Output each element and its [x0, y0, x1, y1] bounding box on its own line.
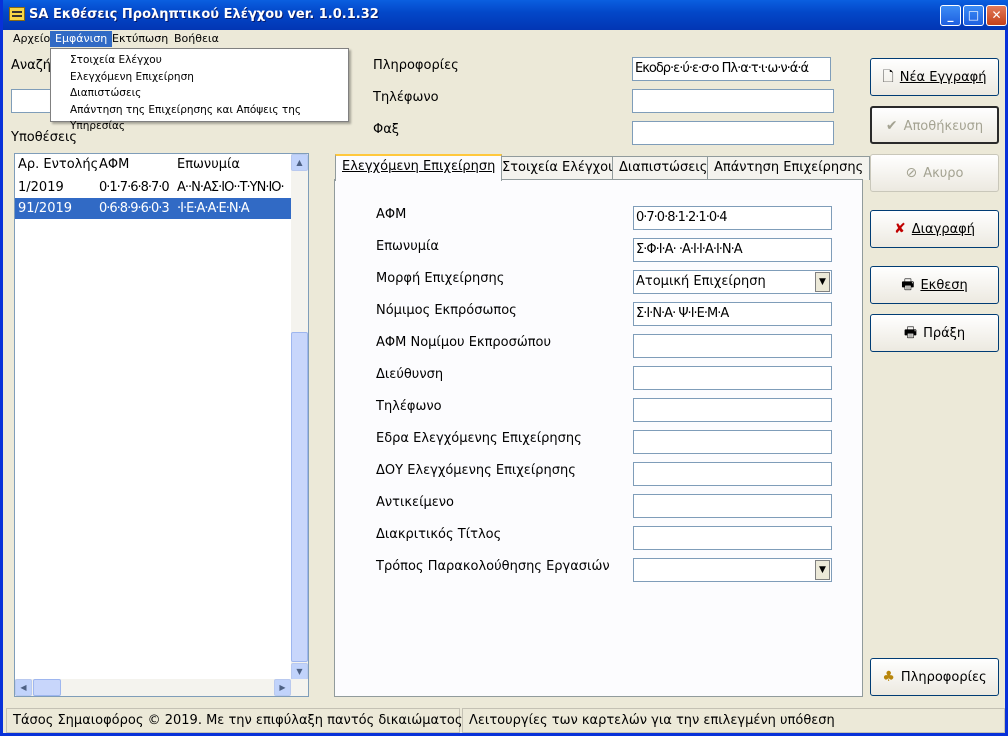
vertical-scrollbar[interactable]: ▲ ▼: [291, 154, 308, 680]
tab-audited-business[interactable]: Ελεγχόμενη Επιχείρηση: [335, 154, 503, 181]
menu-bar: Αρχείο Εμφάνιση Εκτύπωση Βοήθεια: [6, 30, 1005, 48]
title-bar[interactable]: SA Εκθέσεις Προληπτικού Ελέγχου ver. 1.0…: [3, 0, 1008, 30]
printer-icon: 🖶: [901, 277, 915, 293]
afm-field[interactable]: 0·7·0·8·1·2·1·0·4: [633, 206, 832, 230]
subject-label: Αντικείμενο: [376, 495, 454, 510]
header-afm[interactable]: ΑΦΜ: [99, 154, 129, 176]
delete-button[interactable]: ✘ Διαγραφή: [870, 210, 999, 248]
scroll-thumb[interactable]: [291, 332, 308, 662]
new-record-button[interactable]: 🗋 Νέα Εγγραφή: [870, 58, 999, 96]
minimize-button[interactable]: _: [940, 5, 961, 26]
scroll-thumb[interactable]: [33, 679, 61, 696]
checkmark-icon: ✔: [885, 118, 898, 134]
header-order[interactable]: Αρ. Εντολής: [18, 154, 98, 176]
monitoring-select[interactable]: ▼: [633, 558, 832, 582]
seat-field[interactable]: [633, 430, 832, 454]
name-label: Επωνυμία: [376, 239, 439, 254]
legal-rep-afm-field[interactable]: [633, 334, 832, 358]
afm-label: ΑΦΜ: [376, 207, 407, 222]
distinctive-title-field[interactable]: [633, 526, 832, 550]
row-order: 1/2019: [18, 180, 64, 195]
cases-label: Υποθέσεις: [11, 130, 77, 145]
address-label: Διεύθυνση: [376, 367, 444, 382]
row-name: Α··Ν·ΑΣ·ΙΟ··Τ·ΥΝ·ΙΟ·: [177, 180, 285, 195]
business-form-select[interactable]: Ατομική Επιχείρηση ▼: [633, 270, 832, 294]
legal-rep-field[interactable]: Σ·Ι·Ν·Α· Ψ·Ι·Ε·Μ·Α: [633, 302, 832, 326]
menu-item-findings[interactable]: Διαπιστώσεις: [51, 85, 348, 102]
delete-x-icon: ✘: [894, 221, 906, 237]
tab-control-data[interactable]: Στοιχεία Ελέγχου: [495, 156, 623, 180]
name-field[interactable]: Σ·Φ·Ι·Α· ·Α·Ι·Ι·Α·Ι·Ν·Α: [633, 238, 832, 262]
fax-label: Φαξ: [373, 122, 400, 137]
menu-item-business-response[interactable]: Απάντηση της Επιχείρησης και Απόψεις της…: [51, 102, 348, 133]
window-title: SA Εκθέσεις Προληπτικού Ελέγχου ver. 1.0…: [29, 7, 379, 22]
row-afm: 0·1·7·6·8·7·0: [99, 180, 170, 195]
scroll-left-icon[interactable]: ◀: [15, 679, 32, 696]
phone-field[interactable]: [632, 89, 834, 113]
search-input[interactable]: [11, 89, 51, 113]
cases-list-header: Αρ. Εντολής ΑΦΜ Επωνυμία: [15, 154, 308, 176]
fax-field[interactable]: [632, 121, 834, 145]
tab-findings[interactable]: Διαπιστώσεις: [612, 156, 715, 180]
business-form-value: Ατομική Επιχείρηση: [636, 274, 766, 289]
horizontal-scrollbar[interactable]: ◀ ▶: [15, 679, 308, 696]
scroll-up-icon[interactable]: ▲: [291, 154, 308, 171]
menu-view[interactable]: Εμφάνιση: [50, 31, 113, 47]
info-field[interactable]: Εκοδρ·ε·ύ·ε·σ·ο Πλ·α·τ·ι·ω·ν·ά·ά: [632, 57, 831, 81]
phone-label: Τηλέφωνο: [373, 90, 439, 105]
monitoring-label: Τρόπος Παρακολούθησης Εργασιών: [376, 559, 610, 574]
menu-help[interactable]: Βοήθεια: [169, 31, 224, 47]
business-phone-label: Τηλέφωνο: [376, 399, 442, 414]
main-window: SA Εκθέσεις Προληπτικού Ελέγχου ver. 1.0…: [0, 0, 1008, 736]
row-afm: 0·6·8·9·6·0·3: [99, 201, 170, 216]
maximize-button[interactable]: □: [963, 5, 984, 26]
chevron-down-icon[interactable]: ▼: [815, 560, 830, 580]
printer-icon: 🖶: [903, 325, 918, 341]
business-phone-field[interactable]: [633, 398, 832, 422]
list-item[interactable]: 1/2019 0·1·7·6·8·7·0 Α··Ν·ΑΣ·ΙΟ··Τ·ΥΝ·ΙΟ…: [15, 177, 308, 198]
cases-list[interactable]: Αρ. Εντολής ΑΦΜ Επωνυμία 1/2019 0·1·7·6·…: [14, 153, 309, 697]
row-order: 91/2019: [18, 201, 73, 216]
close-button[interactable]: ✕: [986, 5, 1007, 26]
save-button[interactable]: ✔ Αποθήκευση: [870, 106, 999, 144]
distinctive-title-label: Διακριτικός Τίτλος: [376, 527, 502, 542]
cancel-button[interactable]: ⊘ Ακυρο: [870, 154, 999, 192]
business-form-label: Μορφή Επιχείρησης: [376, 271, 505, 286]
address-field[interactable]: [633, 366, 832, 390]
subject-field[interactable]: [633, 494, 832, 518]
report-button[interactable]: 🖶 Εκθεση: [870, 266, 999, 304]
tax-office-field[interactable]: [633, 462, 832, 486]
menu-archive[interactable]: Αρχείο: [8, 31, 55, 47]
legal-rep-label: Νόμιμος Εκπρόσωπος: [376, 303, 517, 318]
menu-item-control-data[interactable]: Στοιχεία Ελέγχου: [51, 52, 348, 69]
seat-label: Εδρα Ελεγχόμενης Επιχείρησης: [376, 431, 582, 446]
scroll-right-icon[interactable]: ▶: [274, 679, 291, 696]
info-label: Πληροφορίες: [373, 58, 459, 73]
menu-item-audited-business[interactable]: Ελεγχόμενη Επιχείρηση: [51, 69, 348, 86]
chevron-down-icon[interactable]: ▼: [815, 272, 830, 292]
new-document-icon: 🗋: [882, 69, 894, 85]
list-item[interactable]: 91/2019 0·6·8·9·6·0·3 ·Ι·Ε·Α·Α·Ε·Ν·Α: [15, 198, 308, 219]
tab-business-response[interactable]: Απάντηση Επιχείρησης: [707, 156, 871, 180]
scroll-down-icon[interactable]: ▼: [291, 663, 308, 680]
app-icon: [9, 7, 25, 21]
header-name[interactable]: Επωνυμία: [177, 154, 240, 176]
act-button[interactable]: 🖶 Πράξη: [870, 314, 999, 352]
row-name: ·Ι·Ε·Α·Α·Ε·Ν·Α: [177, 201, 250, 216]
status-copyright: Τάσος Σημαιοφόρος © 2019. Με την επιφύλα…: [6, 708, 462, 733]
cancel-icon: ⊘: [905, 165, 918, 181]
view-dropdown-menu: Στοιχεία Ελέγχου Ελεγχόμενη Επιχείρηση Δ…: [50, 48, 349, 133]
status-bar: Τάσος Σημαιοφόρος © 2019. Με την επιφύλα…: [6, 708, 1005, 733]
tax-office-label: ΔΟΥ Ελεγχόμενης Επιχείρησης: [376, 463, 576, 478]
status-hint: Λειτουργίες των καρτελών για την επιλεγμ…: [462, 708, 1005, 733]
menu-print[interactable]: Εκτύπωση: [107, 31, 173, 47]
tab-strip: Ελεγχόμενη Επιχείρηση Στοιχεία Ελέγχου Δ…: [335, 154, 871, 181]
legal-rep-afm-label: ΑΦΜ Νομίμου Εκπροσώπου: [376, 335, 552, 350]
info-people-icon: ♣: [882, 669, 895, 685]
tab-panel: ΑΦΜ 0·7·0·8·1·2·1·0·4 Επωνυμία Σ·Φ·Ι·Α· …: [334, 179, 863, 697]
info-button[interactable]: ♣ Πληροφορίες: [870, 658, 999, 696]
